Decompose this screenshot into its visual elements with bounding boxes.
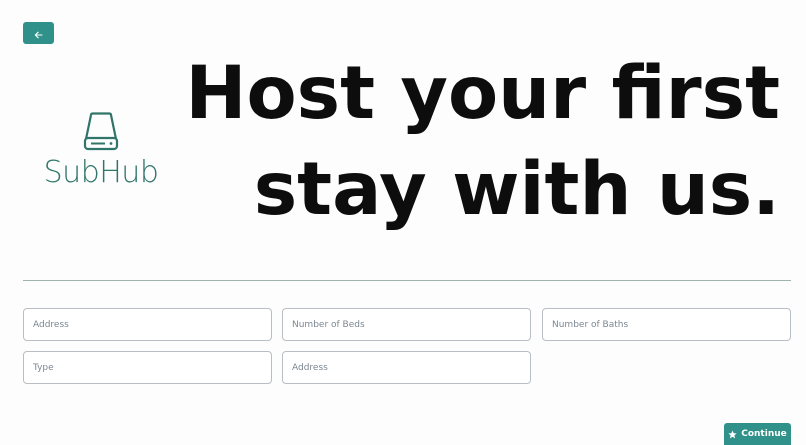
address-input[interactable] (23, 308, 272, 341)
hero-heading: Host your first stay with us. (185, 46, 780, 238)
divider (23, 280, 791, 281)
drive-icon (42, 112, 160, 152)
baths-input[interactable] (542, 308, 791, 341)
beds-input[interactable] (282, 308, 531, 341)
arrow-left-icon (34, 24, 43, 43)
logo-text: SubHub (43, 155, 159, 190)
hero-line-1: Host your first (185, 51, 780, 136)
type-input[interactable] (23, 351, 272, 384)
star-icon (728, 429, 737, 439)
address-input-2[interactable] (282, 351, 531, 384)
logo: SubHub (42, 112, 160, 190)
continue-label: Continue (741, 429, 787, 439)
continue-button[interactable]: Continue (724, 423, 791, 445)
back-button[interactable] (23, 22, 54, 44)
hero-line-2: stay with us. (253, 147, 780, 232)
